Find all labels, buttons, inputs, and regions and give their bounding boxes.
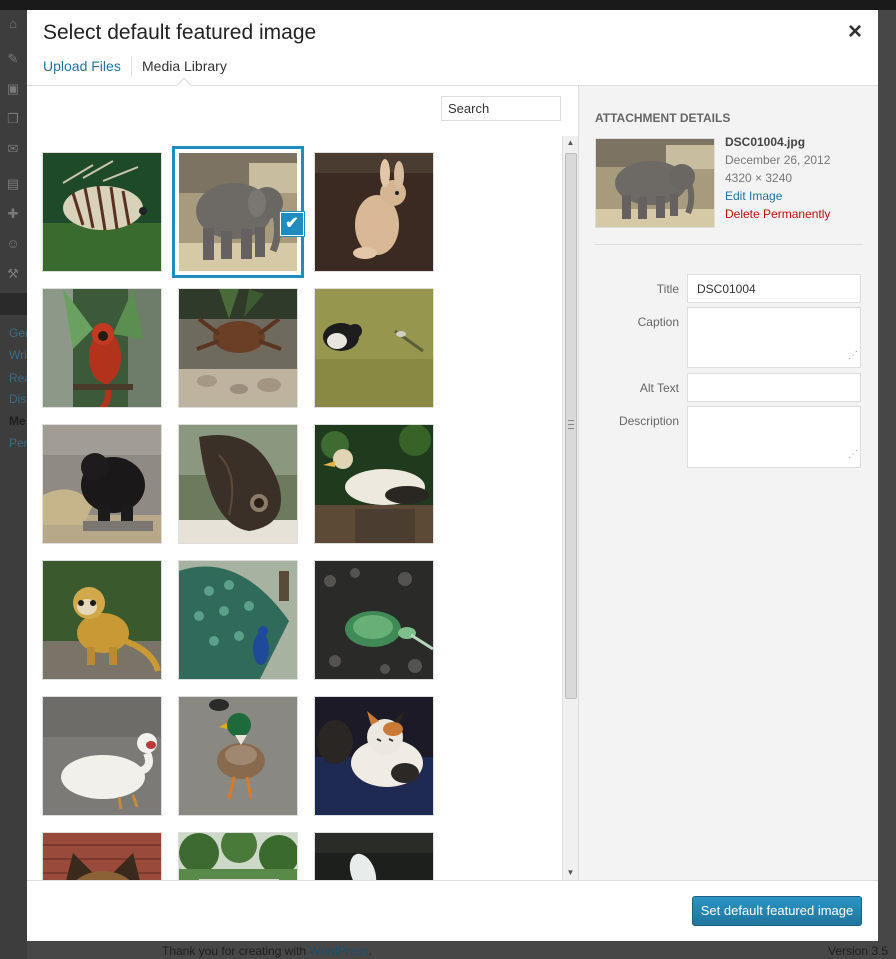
attachment-thumbnail[interactable] <box>42 424 162 544</box>
attachment-dimensions: 4320 × 3240 <box>725 171 793 185</box>
attachment-filename: DSC01004.jpg <box>725 135 806 149</box>
caption-field[interactable] <box>687 307 861 368</box>
attachment-thumbnail[interactable] <box>314 288 434 408</box>
modal-toolbar: Set default featured image <box>27 880 878 941</box>
attachment-details-heading: Attachment Details <box>595 111 731 125</box>
admin-version: Version 3.5 <box>828 944 889 958</box>
title-label: Title <box>656 282 679 296</box>
caption-label: Caption <box>637 315 679 329</box>
attachment-thumbnail[interactable] <box>42 288 162 408</box>
grip-icon <box>568 420 574 429</box>
admin-menu-item: Me <box>9 414 26 428</box>
admin-footer-text: Thank you for creating with WordPress. <box>162 944 372 958</box>
attachment-thumbnail[interactable] <box>314 424 434 544</box>
users-icon: ☺ <box>6 236 20 251</box>
media-icon: ▣ <box>6 81 20 96</box>
pin-icon: ✎ <box>7 51 19 66</box>
comments-icon: ✉ <box>7 141 19 156</box>
attachment-details-sidebar: Attachment Details DSC01004.jpg December… <box>578 86 878 880</box>
scrollbar[interactable]: ▲ ▼ <box>562 136 578 880</box>
attachment-thumbnail[interactable] <box>178 832 298 880</box>
edit-image-link[interactable]: Edit Image <box>725 189 782 203</box>
media-modal: Select default featured image × Upload F… <box>27 10 878 941</box>
tools-icon: ⚒ <box>7 266 19 281</box>
admin-menu-item: Wri <box>9 348 27 362</box>
dashboard-icon: ⌂ <box>9 16 17 31</box>
alt-text-label: Alt Text <box>639 381 679 395</box>
admin-content-edge <box>878 10 896 959</box>
attachment-thumbnail[interactable] <box>314 152 434 272</box>
attachment-thumbnail[interactable] <box>42 560 162 680</box>
attachments-browser: ✔ <box>27 86 578 880</box>
appearance-icon: ▤ <box>6 176 20 191</box>
description-label: Description <box>618 414 679 428</box>
tab-separator <box>131 56 132 77</box>
delete-permanently-link[interactable]: Delete Permanently <box>725 207 830 221</box>
admin-menu-item: Per <box>9 436 28 450</box>
attachment-thumbnail[interactable] <box>42 152 162 272</box>
search-input[interactable] <box>441 96 561 121</box>
close-icon[interactable]: × <box>843 20 867 44</box>
admin-footer <box>27 941 896 959</box>
attachment-thumbnail[interactable] <box>42 696 162 816</box>
admin-sidebar-active <box>0 293 27 315</box>
attachment-preview <box>595 138 715 228</box>
admin-menu-item: Dis <box>9 392 27 406</box>
resize-grip-icon[interactable]: ⋰ <box>848 351 858 361</box>
set-featured-image-button[interactable]: Set default featured image <box>692 896 862 926</box>
details-divider <box>595 244 863 245</box>
attachment-date: December 26, 2012 <box>725 153 831 167</box>
footer-period: . <box>368 944 372 958</box>
pages-icon: ❐ <box>7 111 19 126</box>
attachment-thumbnail[interactable] <box>314 696 434 816</box>
admin-sidebar: ⌂ ✎ ▣ ❐ ✉ ▤ ✚ ☺ ⚒ <box>0 10 27 959</box>
attachment-thumbnail[interactable] <box>178 424 298 544</box>
attachment-thumbnail[interactable] <box>42 832 162 880</box>
check-icon[interactable]: ✔ <box>280 212 304 236</box>
tab-upload-files[interactable]: Upload Files <box>43 58 121 74</box>
alt-text-field[interactable] <box>687 373 861 402</box>
attachment-thumbnail[interactable] <box>314 560 434 680</box>
resize-grip-icon[interactable]: ⋰ <box>848 450 858 460</box>
attachment-thumbnail[interactable] <box>314 832 434 880</box>
modal-header: Select default featured image × Upload F… <box>27 10 878 86</box>
attachment-thumbnail[interactable] <box>178 560 298 680</box>
plugins-icon: ✚ <box>7 206 19 221</box>
scroll-down-icon[interactable]: ▼ <box>563 866 578 880</box>
footer-text: Thank you for creating with <box>162 944 307 958</box>
tab-media-library[interactable]: Media Library <box>142 58 227 74</box>
admin-toolbar <box>0 0 896 10</box>
scrollbar-thumb[interactable] <box>565 153 577 699</box>
attachment-thumbnail[interactable] <box>178 696 298 816</box>
attachment-thumbnail[interactable] <box>178 288 298 408</box>
title-field[interactable] <box>687 274 861 303</box>
scroll-up-icon[interactable]: ▲ <box>563 136 578 150</box>
modal-title: Select default featured image <box>43 21 317 44</box>
description-field[interactable] <box>687 406 861 468</box>
footer-link: WordPress <box>309 944 369 958</box>
